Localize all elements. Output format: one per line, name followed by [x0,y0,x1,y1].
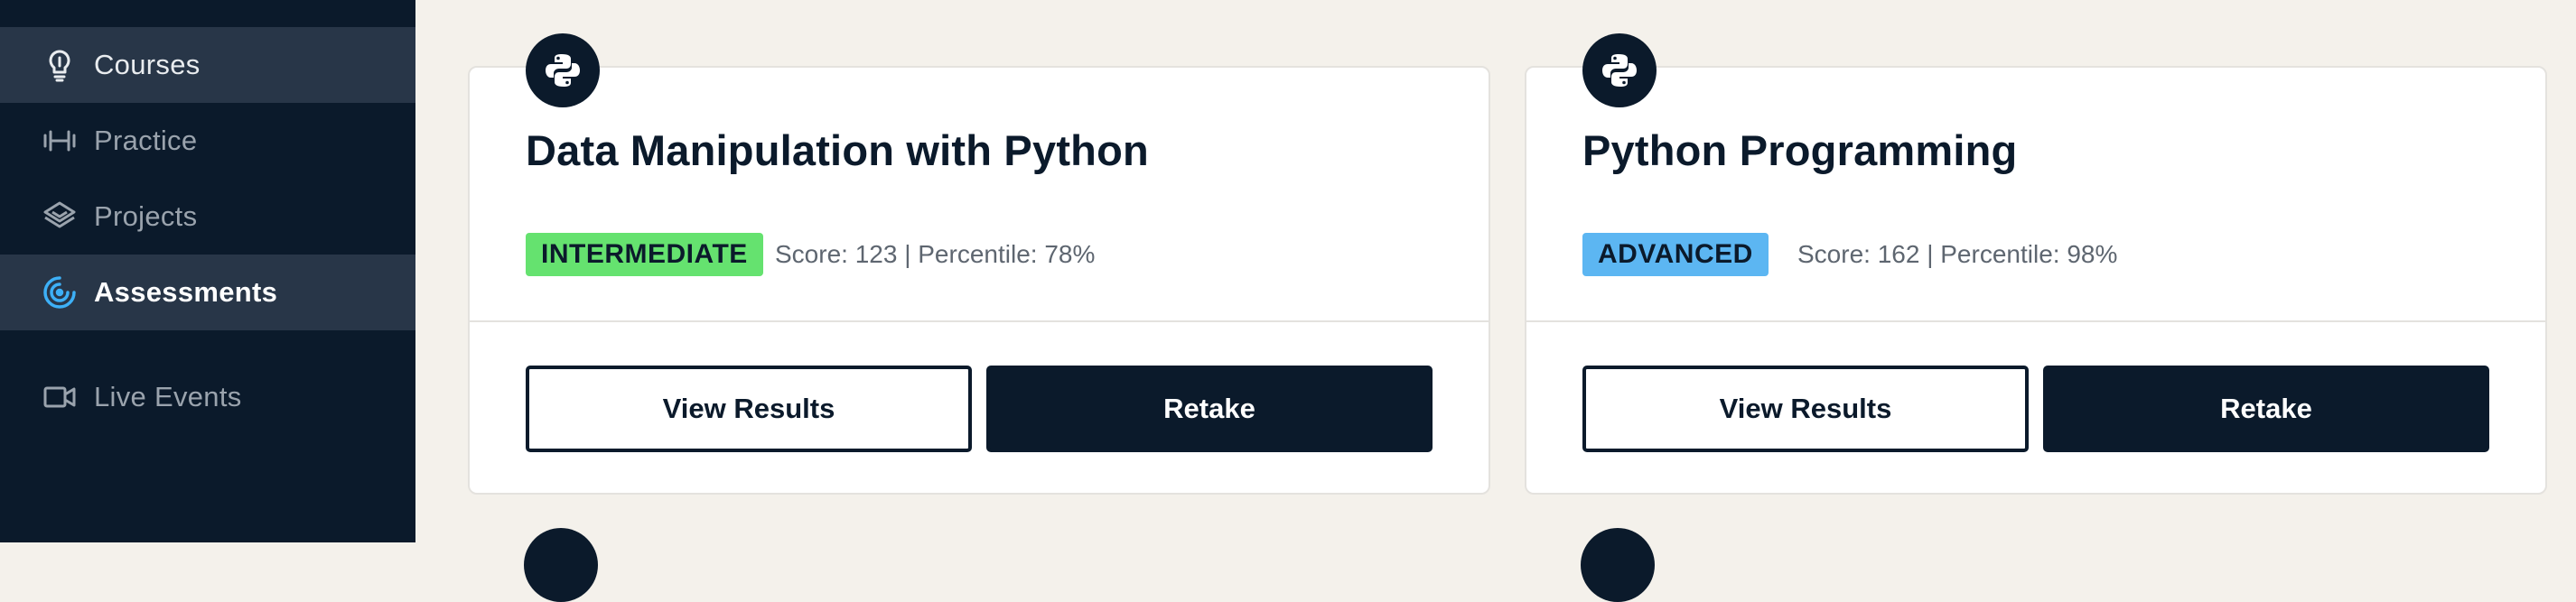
view-results-button[interactable]: View Results [1582,366,2029,452]
sidebar-item-courses[interactable]: Courses [0,27,415,103]
card-header: Python Programming ADVANCED Score: 162 |… [1526,33,2545,322]
sidebar-item-label: Live Events [94,381,242,412]
level-badge: INTERMEDIATE [526,233,763,276]
python-icon [1582,33,1657,107]
retake-button[interactable]: Retake [986,366,1433,452]
score-text: Score: 123 | Percentile: 78% [775,240,1096,268]
python-icon [526,33,600,107]
sidebar-item-label: Practice [94,125,198,156]
main-content: Data Manipulation with Python INTERMEDIA… [415,0,2576,602]
card-title: Data Manipulation with Python [526,126,1149,174]
sidebar-item-label: Assessments [94,276,278,308]
sidebar-item-label: Projects [94,200,198,232]
score-text: Score: 162 | Percentile: 98% [1797,240,2118,268]
sidebar-item-projects[interactable]: Projects [0,179,415,255]
retake-button[interactable]: Retake [2043,366,2489,452]
card-header: Data Manipulation with Python INTERMEDIA… [470,33,1489,322]
layers-icon [42,199,78,235]
sidebar: Courses Practice Projects Assessments Li… [0,0,415,542]
target-icon [42,274,78,310]
assessment-card: Data Manipulation with Python INTERMEDIA… [468,33,1490,495]
sidebar-item-label: Courses [94,49,201,80]
sidebar-item-practice[interactable]: Practice [0,103,415,179]
lightbulb-icon [42,47,78,83]
sidebar-item-assessments[interactable]: Assessments [0,255,415,330]
level-badge: ADVANCED [1582,233,1769,276]
python-icon [524,528,598,602]
view-results-button[interactable]: View Results [526,366,972,452]
video-camera-icon [42,379,78,415]
dumbbell-icon [42,123,78,159]
card-title: Python Programming [1582,126,2018,174]
assessment-card: Python Programming ADVANCED Score: 162 |… [1525,33,2547,495]
sidebar-item-live-events[interactable]: Live Events [0,359,415,435]
python-icon [1581,528,1655,602]
